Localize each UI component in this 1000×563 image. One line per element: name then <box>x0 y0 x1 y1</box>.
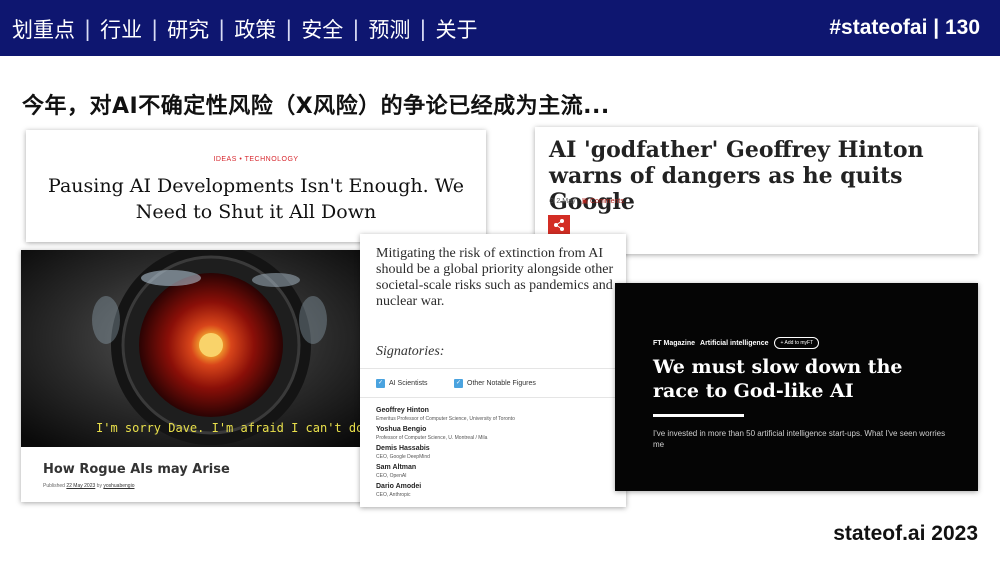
signatory-role: Emeritus Professor of Computer Science, … <box>376 416 515 422</box>
image-caption: I'm sorry Dave. I'm afraid I can't do th… <box>96 421 366 435</box>
filter-label: Other Notable Figures <box>467 380 536 387</box>
article-card-ft[interactable]: FT Magazine Artificial intelligence + Ad… <box>615 283 978 491</box>
signatory-name: Sam Altman <box>376 464 417 471</box>
share-button[interactable] <box>548 215 570 235</box>
signatory-name: Dario Amodei <box>376 483 422 490</box>
nav-separator: | <box>151 17 159 41</box>
slide-tag: #stateofai | 130 <box>829 16 980 39</box>
nav-item-highlights[interactable]: 划重点 <box>12 14 75 44</box>
signatory-list: Geoffrey Hinton Emeritus Professor of Co… <box>376 406 616 501</box>
author-link[interactable]: yoshuabengio <box>103 483 134 489</box>
article-title[interactable]: Pausing AI Developments Isn't Enough. We… <box>26 173 486 225</box>
article-meta: ⏲ 2 May ▣ Comments <box>549 197 624 206</box>
topic-label[interactable]: Artificial intelligence <box>700 340 768 347</box>
article-date: 2 May <box>556 198 576 205</box>
nav-item-predictions[interactable]: 预测 <box>368 14 410 44</box>
nav-item-research[interactable]: 研究 <box>167 14 209 44</box>
comments-label: Comments <box>590 198 624 205</box>
signatories-heading: Signatories: <box>376 344 445 359</box>
top-nav-bar: 划重点 | 行业 | 研究 | 政策 | 安全 | 预测 | 关于 #state… <box>0 0 1000 56</box>
article-card-time[interactable]: IDEAS • TECHNOLOGY Pausing AI Developmen… <box>26 130 486 242</box>
publish-date-link[interactable]: 22 May 2023 <box>66 483 95 489</box>
published-label: Published <box>43 483 65 489</box>
article-title[interactable]: How Rogue AIs may Arise <box>43 462 230 477</box>
checkbox-icon: ✓ <box>454 379 463 388</box>
footer-brand: stateof.ai 2023 <box>833 522 978 545</box>
nav-separator: | <box>84 17 92 41</box>
article-byline: Published 22 May 2023 by yoshuabengio <box>43 483 134 489</box>
share-icon <box>554 219 564 231</box>
list-item: Yoshua Bengio Professor of Computer Scie… <box>376 425 616 444</box>
nav-item-safety[interactable]: 安全 <box>301 14 343 44</box>
nav-item-politics[interactable]: 政策 <box>234 14 276 44</box>
section-nav: 划重点 | 行业 | 研究 | 政策 | 安全 | 预测 | 关于 <box>12 14 477 44</box>
statement-text: Mitigating the risk of extinction from A… <box>376 246 614 309</box>
by-label: by <box>96 483 102 489</box>
article-kicker: IDEAS • TECHNOLOGY <box>213 156 299 163</box>
comments-link[interactable]: ▣ Comments <box>581 198 623 205</box>
add-to-myft-button[interactable]: + Add to myFT <box>774 337 820 349</box>
signatory-role: CEO, Google DeepMind <box>376 454 430 460</box>
signatory-name: Yoshua Bengio <box>376 426 427 433</box>
nav-separator: | <box>352 17 360 41</box>
list-item: Geoffrey Hinton Emeritus Professor of Co… <box>376 406 616 425</box>
statement-card: Mitigating the risk of extinction from A… <box>360 234 626 507</box>
signatory-name: Geoffrey Hinton <box>376 407 429 414</box>
slide-headline: 今年，对AI不确定性风险（X风险）的争论已经成为主流... <box>22 94 610 119</box>
article-standfirst: I've invested in more than 50 artificial… <box>653 429 946 449</box>
nav-separator: | <box>285 17 293 41</box>
list-item: Dario Amodei CEO, Anthropic <box>376 482 616 501</box>
article-title[interactable]: We must slow down the race to God-like A… <box>653 355 953 403</box>
signatory-role: CEO, Anthropic <box>376 492 411 498</box>
nav-separator: | <box>419 17 427 41</box>
article-card-rogue-ai[interactable]: I'm sorry Dave. I'm afraid I can't do th… <box>21 250 366 502</box>
signatory-role: Professor of Computer Science, U. Montre… <box>376 435 488 441</box>
nav-item-industry[interactable]: 行业 <box>100 14 142 44</box>
clock-icon: ⏲ <box>549 198 555 205</box>
article-kicker-row: FT Magazine Artificial intelligence + Ad… <box>653 337 820 349</box>
filter-ai-scientists[interactable]: ✓ AI Scientists <box>376 379 428 388</box>
nav-item-about[interactable]: 关于 <box>435 14 477 44</box>
checkbox-icon: ✓ <box>376 379 385 388</box>
list-item: Sam Altman CEO, OpenAI <box>376 463 616 482</box>
signatory-name: Demis Hassabis <box>376 445 430 452</box>
filter-notable-figures[interactable]: ✓ Other Notable Figures <box>454 379 536 388</box>
signatory-role: CEO, OpenAI <box>376 473 407 479</box>
filter-label: AI Scientists <box>389 380 428 387</box>
nav-separator: | <box>218 17 226 41</box>
hal-9000-image <box>21 250 366 447</box>
list-item: Demis Hassabis CEO, Google DeepMind <box>376 444 616 463</box>
title-divider <box>653 414 744 417</box>
signatory-filter-tabs: ✓ AI Scientists ✓ Other Notable Figures <box>360 368 626 398</box>
section-label[interactable]: FT Magazine <box>653 340 695 347</box>
